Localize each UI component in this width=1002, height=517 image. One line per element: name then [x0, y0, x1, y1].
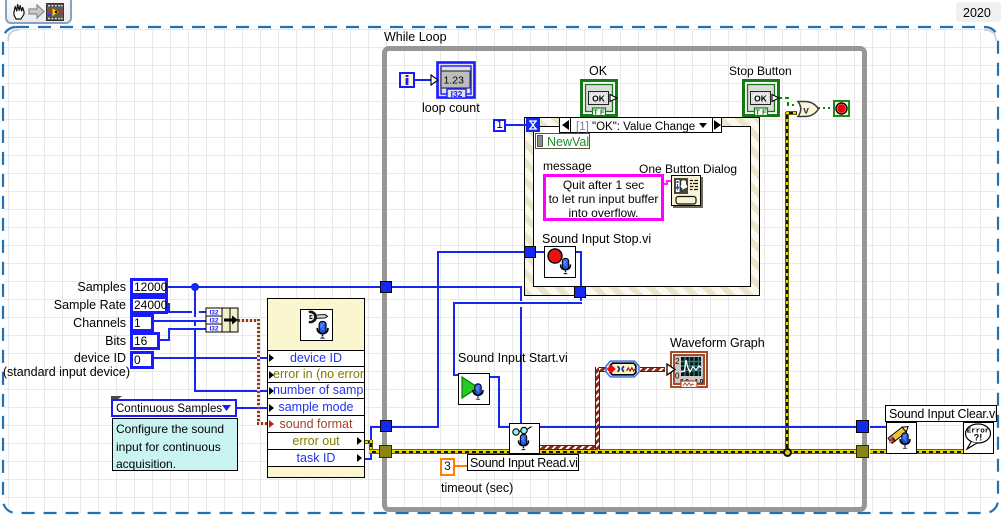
svg-text:I32: I32	[209, 310, 218, 317]
svg-text:v: v	[803, 105, 809, 117]
svg-text:?!: ?!	[974, 433, 983, 443]
svg-text:OK: OK	[592, 94, 606, 104]
svg-text:OK: OK	[754, 94, 768, 104]
svg-text:T F: T F	[755, 108, 767, 117]
svg-text:1.23: 1.23	[444, 75, 465, 87]
svg-text:I32: I32	[209, 326, 218, 333]
svg-text:I32: I32	[209, 318, 218, 325]
svg-text:I32: I32	[451, 89, 463, 99]
svg-text:T F: T F	[593, 108, 605, 117]
